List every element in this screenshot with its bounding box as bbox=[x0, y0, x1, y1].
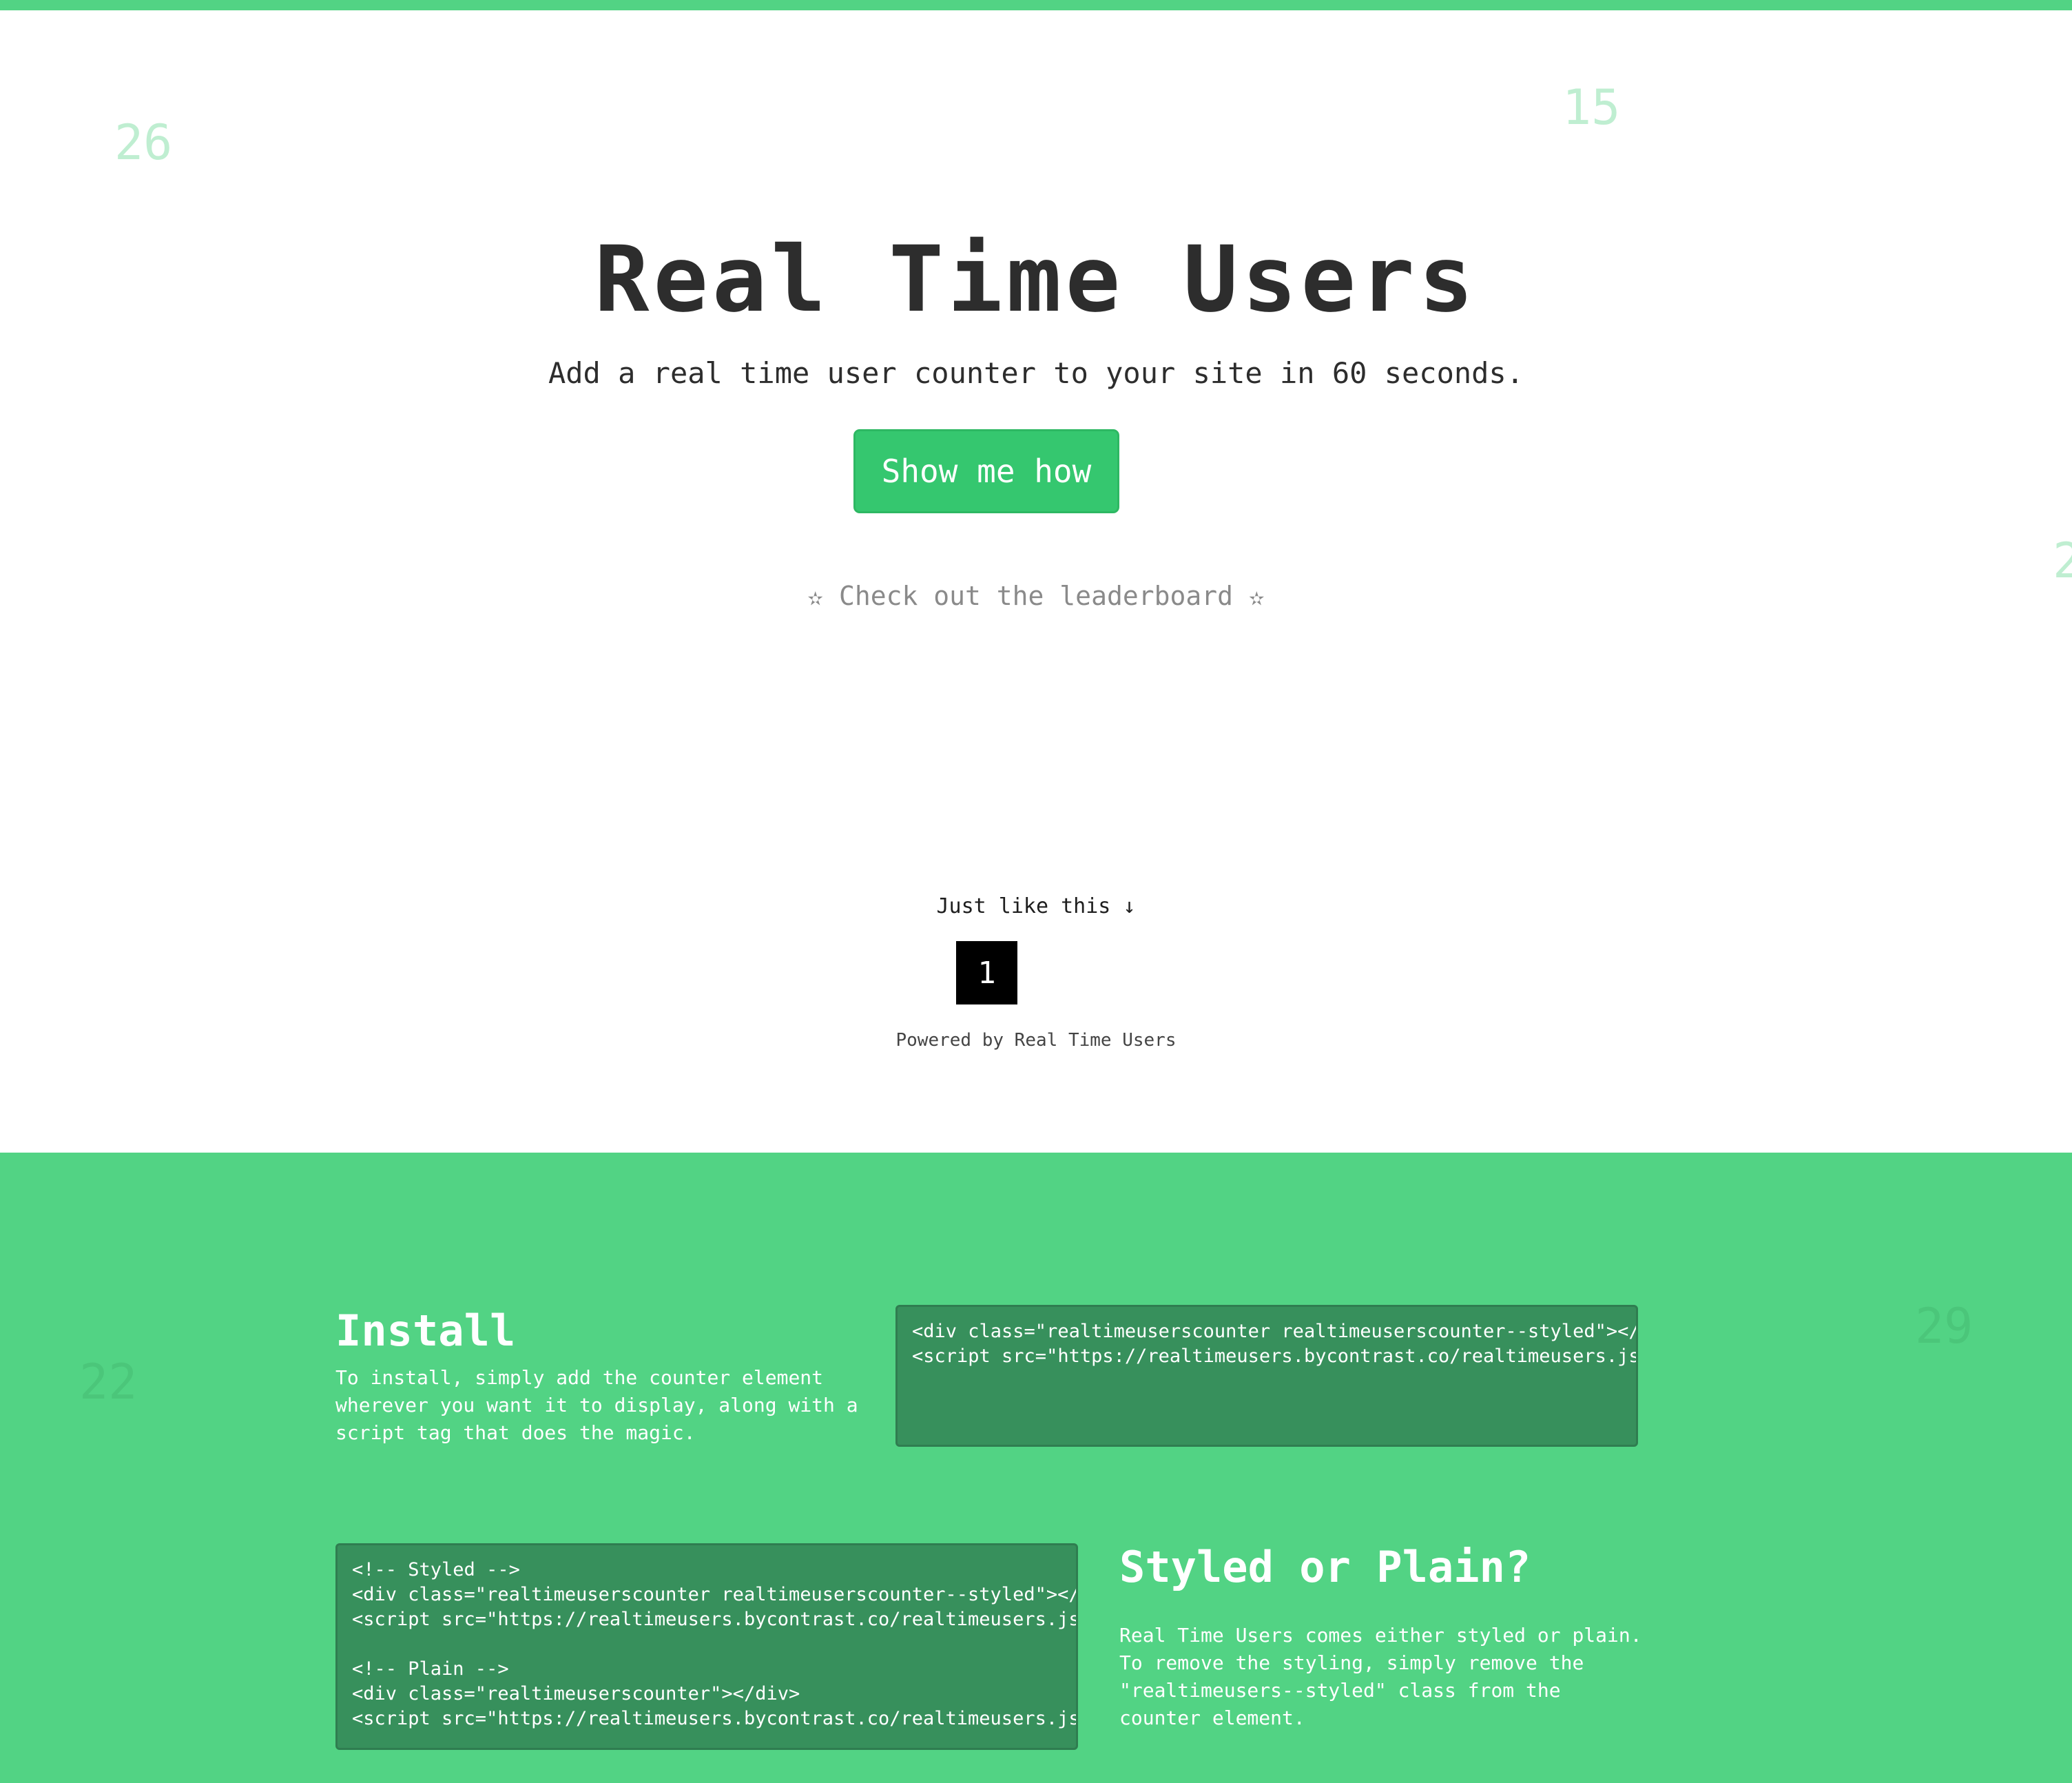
demo-label: Just like this ↓ bbox=[936, 894, 1136, 918]
code-line: <div class="realtimeuserscounter realtim… bbox=[912, 1321, 1638, 1342]
show-me-how-button[interactable]: Show me how bbox=[853, 429, 1119, 513]
leaderboard-link-label: Check out the leaderboard bbox=[839, 581, 1233, 611]
install-code-block[interactable]: <div class="realtimeuserscounter realtim… bbox=[895, 1305, 1638, 1447]
hero-section: 26 15 2 Real Time Users Add a real time … bbox=[0, 10, 2072, 1153]
floating-number: 22 bbox=[79, 1354, 138, 1410]
code-line: <div class="realtimeuserscounter"></div> bbox=[352, 1683, 800, 1704]
leaderboard-link[interactable]: ✫ Check out the leaderboard ✫ bbox=[0, 581, 2072, 611]
floating-number: 2 bbox=[2053, 533, 2072, 589]
install-description: To install, simply add the counter eleme… bbox=[335, 1366, 858, 1444]
floating-number: 26 bbox=[114, 114, 173, 171]
page-title: Real Time Users bbox=[594, 227, 1478, 333]
star-icon: ✫ bbox=[807, 581, 824, 611]
floating-number: 29 bbox=[1915, 1298, 1973, 1354]
demo-user-counter: 1 bbox=[956, 941, 1017, 1004]
code-line: <script src="https://realtimeusers.bycon… bbox=[912, 1346, 1638, 1367]
styled-plain-code-block[interactable]: <!-- Styled --> <div class="realtimeuser… bbox=[335, 1543, 1078, 1750]
code-line: <div class="realtimeuserscounter realtim… bbox=[352, 1584, 1078, 1605]
code-line: <!-- Styled --> bbox=[352, 1559, 520, 1580]
install-heading: Install bbox=[335, 1306, 516, 1356]
counter-value: 1 bbox=[977, 955, 996, 991]
code-line bbox=[352, 1632, 1076, 1657]
page-subtitle: Add a real time user counter to your sit… bbox=[548, 356, 1524, 390]
top-accent-bar bbox=[0, 0, 2072, 10]
styled-or-plain-heading: Styled or Plain? bbox=[1119, 1542, 1531, 1592]
install-section: 22 29 Install To install, simply add the… bbox=[0, 1153, 2072, 1783]
styled-or-plain-description: Real Time Users comes either styled or p… bbox=[1119, 1624, 1642, 1729]
floating-number: 15 bbox=[1562, 79, 1621, 136]
powered-by-link[interactable]: Powered by Real Time Users bbox=[0, 1030, 2072, 1051]
code-line: <script src="https://realtimeusers.bycon… bbox=[352, 1609, 1078, 1630]
show-me-how-label: Show me how bbox=[881, 453, 1092, 490]
star-icon: ✫ bbox=[1248, 581, 1265, 611]
code-line: <script src="https://realtimeusers.bycon… bbox=[352, 1708, 1078, 1729]
code-line: <!-- Plain --> bbox=[352, 1658, 509, 1680]
